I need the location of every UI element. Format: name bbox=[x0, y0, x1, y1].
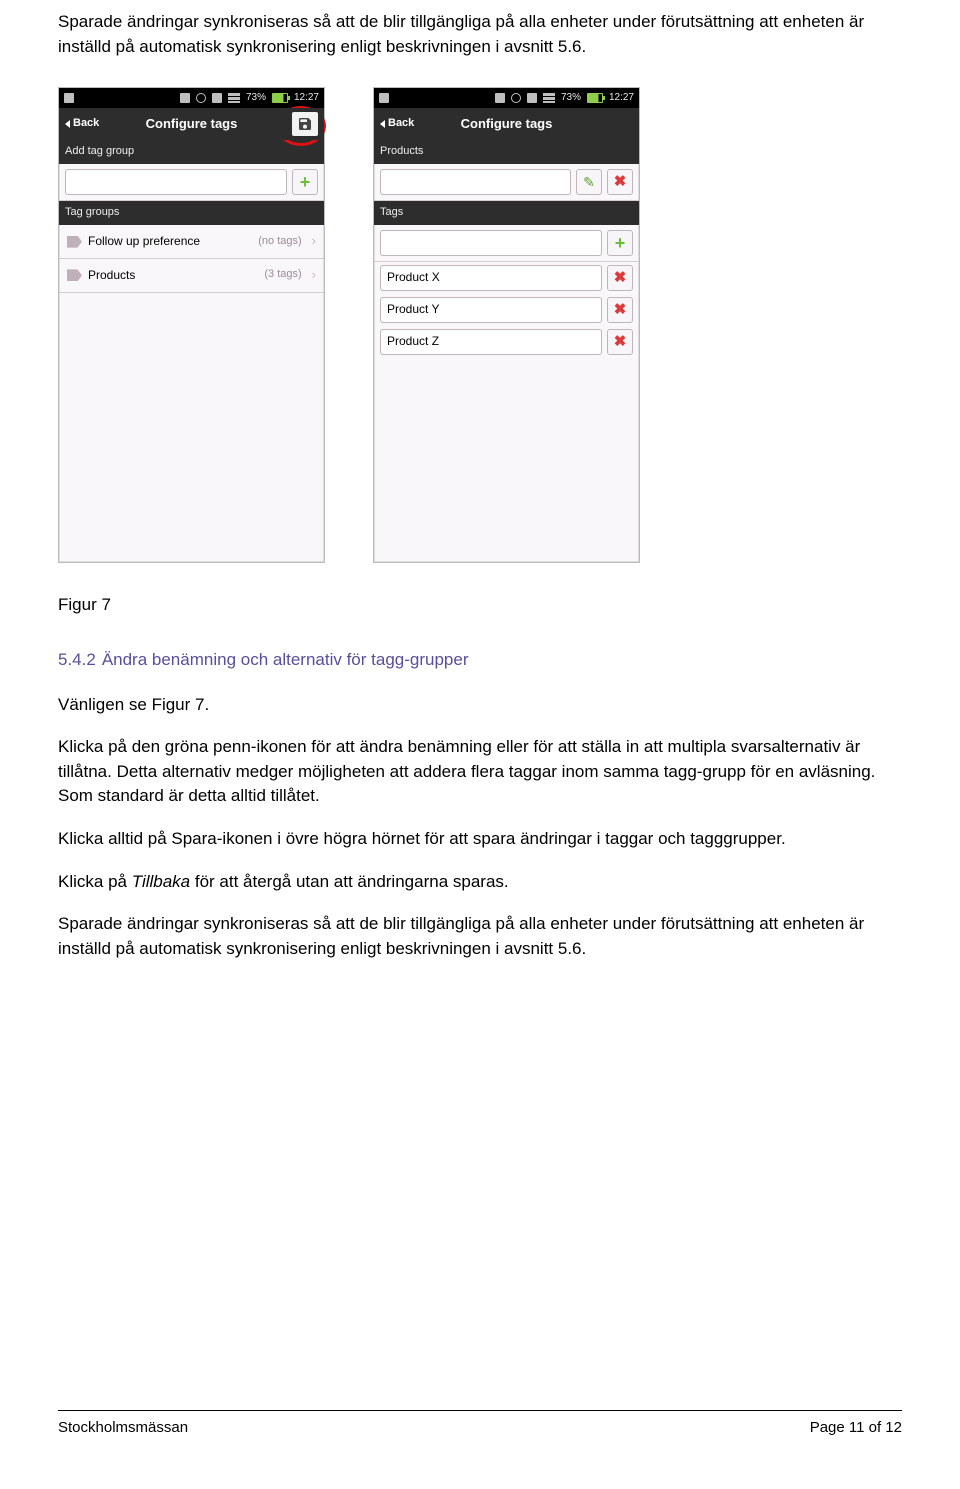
footer-right: Page 11 of 12 bbox=[810, 1417, 902, 1439]
delete-icon: ✖ bbox=[614, 299, 627, 321]
back-label: Back bbox=[73, 116, 99, 132]
sync-icon bbox=[511, 93, 521, 103]
section-title-text: Ändra benämning och alternativ för tagg-… bbox=[102, 650, 469, 669]
battery-percent: 73% bbox=[246, 91, 266, 106]
sync-icon bbox=[196, 93, 206, 103]
battery-icon bbox=[272, 93, 288, 103]
tag-item-row: Product Y ✖ bbox=[380, 297, 633, 323]
section-heading: 5.4.2 Ändra benämning och alternativ för … bbox=[58, 648, 902, 673]
plus-icon: + bbox=[615, 234, 626, 252]
tag-item-name[interactable]: Product Z bbox=[380, 329, 602, 355]
signal-icon bbox=[543, 93, 555, 103]
page-footer: Stockholmsmässan Page 11 of 12 bbox=[58, 1410, 902, 1439]
title-bar: Back Configure tags bbox=[59, 108, 324, 140]
text-span: Klicka på bbox=[58, 872, 132, 891]
chevron-right-icon: › bbox=[312, 266, 316, 285]
label-tags: Tags bbox=[374, 201, 639, 225]
back-button[interactable]: Back bbox=[65, 116, 99, 132]
wifi-icon bbox=[527, 93, 537, 103]
phone-mockup-left: 73% 12:27 Back Configure tags Add tag gr… bbox=[58, 87, 325, 563]
tag-item-name[interactable]: Product Y bbox=[380, 297, 602, 323]
delete-tag-button[interactable]: ✖ bbox=[607, 297, 633, 323]
tag-group-meta: (no tags) bbox=[258, 234, 301, 250]
add-tag-group-button[interactable]: + bbox=[292, 169, 318, 195]
tag-group-name: Follow up preference bbox=[88, 233, 200, 250]
text-span: för att återgå utan att ändringarna spar… bbox=[190, 872, 508, 891]
label-add-tag-group: Add tag group bbox=[59, 140, 324, 164]
tag-item-name[interactable]: Product X bbox=[380, 265, 602, 291]
chevron-right-icon: › bbox=[312, 232, 316, 251]
section-number: 5.4.2 bbox=[58, 650, 96, 669]
plus-icon: + bbox=[300, 173, 311, 191]
add-tag-button[interactable]: + bbox=[607, 230, 633, 256]
phone-screenshots: 73% 12:27 Back Configure tags Add tag gr… bbox=[58, 87, 902, 563]
status-bar: 73% 12:27 bbox=[374, 88, 639, 108]
add-tag-group-input[interactable] bbox=[65, 169, 287, 195]
body-paragraph: Klicka på Tillbaka för att återgå utan a… bbox=[58, 870, 902, 895]
body-paragraph: Sparade ändringar synkroniseras så att d… bbox=[58, 912, 902, 961]
body-paragraph: Klicka på den gröna penn-ikonen för att … bbox=[58, 735, 902, 809]
body-paragraph: Klicka alltid på Spara-ikonen i övre hög… bbox=[58, 827, 902, 852]
add-tag-group-row: + bbox=[59, 164, 324, 201]
save-button[interactable] bbox=[292, 112, 318, 136]
products-header-row: ✎ ✖ bbox=[374, 164, 639, 201]
tag-group-row[interactable]: Follow up preference (no tags) › bbox=[59, 225, 324, 259]
tag-group-meta: (3 tags) bbox=[264, 267, 301, 283]
usb-icon bbox=[495, 93, 505, 103]
footer-left: Stockholmsmässan bbox=[58, 1417, 188, 1439]
tag-item-row: Product Z ✖ bbox=[380, 329, 633, 355]
products-name-input[interactable] bbox=[380, 169, 571, 195]
save-icon bbox=[297, 116, 313, 132]
delete-group-button[interactable]: ✖ bbox=[607, 169, 633, 195]
delete-tag-button[interactable]: ✖ bbox=[607, 329, 633, 355]
notification-icon bbox=[379, 93, 389, 103]
add-tag-input[interactable] bbox=[380, 230, 602, 256]
pencil-icon: ✎ bbox=[583, 172, 595, 192]
tag-icon bbox=[67, 269, 82, 281]
delete-icon: ✖ bbox=[614, 331, 627, 353]
notification-icon bbox=[64, 93, 74, 103]
battery-percent: 73% bbox=[561, 91, 581, 106]
status-bar: 73% 12:27 bbox=[59, 88, 324, 108]
tag-group-name: Products bbox=[88, 267, 135, 284]
label-products: Products bbox=[374, 140, 639, 164]
body-paragraph: Vänligen se Figur 7. bbox=[58, 693, 902, 718]
phone-mockup-right: 73% 12:27 Back Configure tags Products ✎… bbox=[373, 87, 640, 563]
battery-icon bbox=[587, 93, 603, 103]
clock: 12:27 bbox=[294, 91, 319, 106]
italic-text: Tillbaka bbox=[132, 872, 190, 891]
title-bar: Back Configure tags bbox=[374, 108, 639, 140]
delete-icon: ✖ bbox=[614, 171, 627, 193]
label-tag-groups: Tag groups bbox=[59, 201, 324, 225]
usb-icon bbox=[180, 93, 190, 103]
tag-item-row: Product X ✖ bbox=[380, 265, 633, 291]
tag-icon bbox=[67, 236, 82, 248]
figure-caption: Figur 7 bbox=[58, 593, 902, 618]
back-label: Back bbox=[388, 116, 414, 132]
clock: 12:27 bbox=[609, 91, 634, 106]
edit-group-button[interactable]: ✎ bbox=[576, 169, 602, 195]
back-button[interactable]: Back bbox=[380, 116, 414, 132]
intro-paragraph: Sparade ändringar synkroniseras så att d… bbox=[58, 10, 902, 59]
add-tag-row: + bbox=[374, 225, 639, 262]
delete-icon: ✖ bbox=[614, 267, 627, 289]
signal-icon bbox=[228, 93, 240, 103]
wifi-icon bbox=[212, 93, 222, 103]
tag-group-row[interactable]: Products (3 tags) › bbox=[59, 259, 324, 293]
delete-tag-button[interactable]: ✖ bbox=[607, 265, 633, 291]
